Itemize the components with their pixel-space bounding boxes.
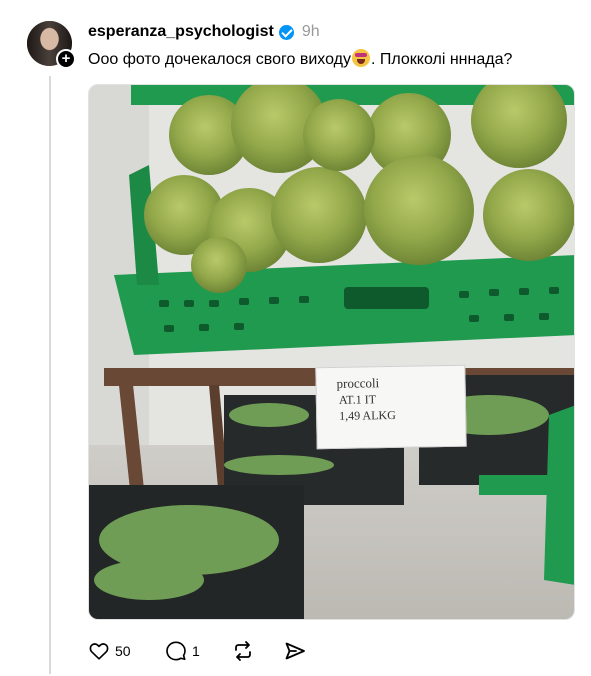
verified-badge-icon: [278, 24, 294, 40]
post-text-part-1: Ооо фото дочекалося свого виходу: [88, 51, 351, 68]
comment-icon: [165, 640, 187, 662]
price-sign: proccoli AT.1 IT 1,49 ALKG: [315, 364, 467, 450]
thread-line: [49, 76, 51, 674]
send-icon: [283, 639, 307, 663]
like-count: 50: [115, 643, 131, 659]
post-text-part-2: . Плокколі нннада?: [370, 51, 513, 68]
repost-button[interactable]: [231, 638, 283, 664]
price-sign-line-3: 1,49 ALKG: [339, 407, 396, 423]
share-button[interactable]: [283, 638, 323, 664]
broccoli-photo-illustration: [89, 85, 574, 619]
post-text: Ооо фото дочекалося свого виходу . Плокко…: [88, 49, 512, 69]
post-time: 9h: [301, 23, 320, 40]
smiling-face-with-hearts-icon: [351, 49, 370, 67]
username[interactable]: esperanza_psychologist: [88, 23, 274, 41]
heart-icon: [88, 640, 110, 662]
reply-count: 1: [192, 643, 200, 659]
post-header: esperanza_psychologist 9h: [88, 20, 320, 44]
post-actions: 50 1: [88, 638, 323, 664]
like-button[interactable]: 50: [88, 638, 156, 664]
post-photo[interactable]: proccoli AT.1 IT 1,49 ALKG: [88, 84, 575, 620]
reply-button[interactable]: 1: [165, 638, 231, 664]
repost-icon: [231, 639, 255, 663]
follow-plus-icon[interactable]: +: [56, 49, 76, 69]
